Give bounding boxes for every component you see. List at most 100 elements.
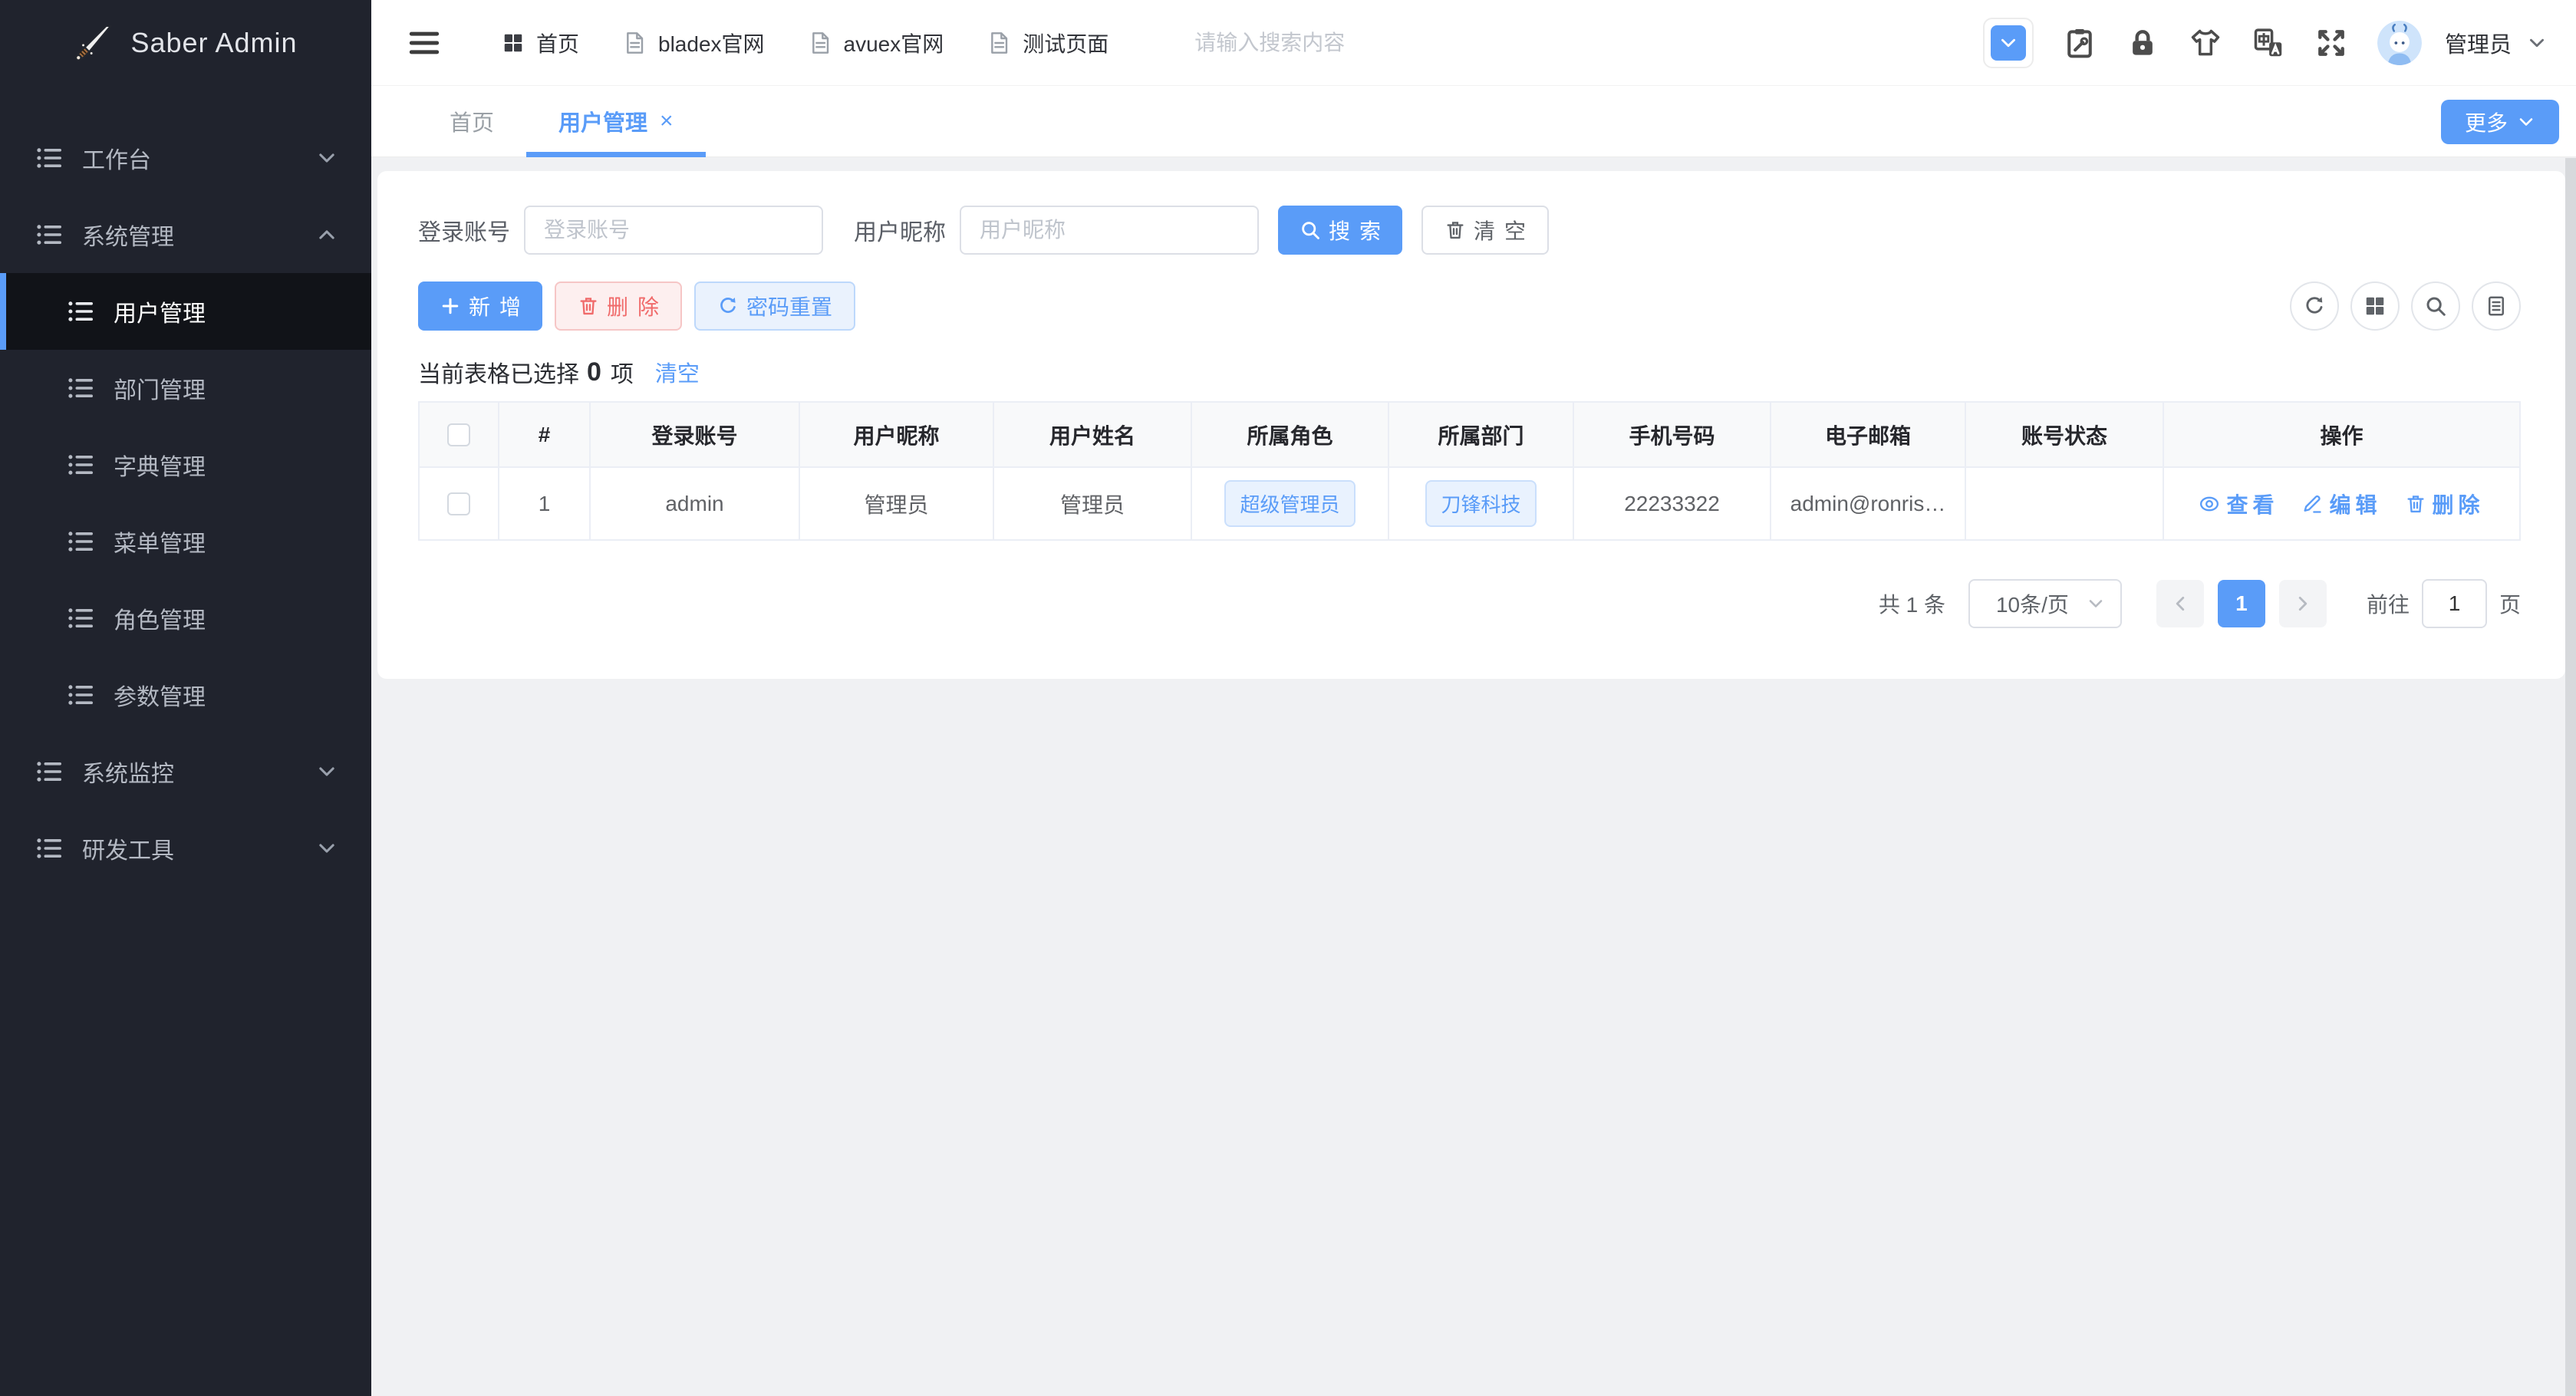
table-header-row: # 登录账号 用户昵称 用户姓名 所属角色 所属部门 手机号码 电子邮箱 账号状… (420, 403, 2521, 468)
next-page-button[interactable] (2278, 580, 2327, 627)
tab-home[interactable]: 首页 (417, 86, 526, 156)
fullscreen-icon[interactable] (2314, 26, 2348, 60)
list-icon (36, 221, 64, 249)
chevron-down-icon[interactable] (2527, 33, 2547, 53)
view-label: 查看 (2226, 492, 2279, 517)
chevron-down-icon (1990, 25, 2026, 61)
user-mgmt-card: 登录账号 用户昵称 搜索 清空 (377, 171, 2565, 679)
grid-icon (2364, 295, 2387, 318)
sidebar-item-label: 菜单管理 (114, 532, 206, 557)
topnav-test-page[interactable]: 测试页面 (987, 28, 1108, 58)
row-actions: 查看 编辑 删除 (2199, 489, 2484, 519)
tab-user-mgmt[interactable]: 用户管理 × (526, 86, 706, 157)
topnav-label: 测试页面 (1023, 31, 1109, 56)
selection-prefix: 当前表格已选择 (418, 362, 579, 387)
chevron-up-icon (316, 224, 338, 245)
list-icon (68, 681, 95, 709)
content: 登录账号 用户昵称 搜索 清空 (371, 157, 2576, 1396)
debug-clipboard-icon[interactable] (2063, 26, 2097, 60)
tabbar: 首页 用户管理 × 更多 (371, 86, 2576, 157)
row-checkbox[interactable] (447, 492, 470, 515)
tab-close-icon[interactable]: × (660, 108, 674, 134)
column-settings-button[interactable] (2350, 282, 2400, 331)
account-input[interactable] (524, 206, 823, 255)
topnav-label: 首页 (536, 31, 580, 56)
sidebar-item-workbench[interactable]: 工作台 (0, 120, 371, 196)
list-icon (68, 604, 95, 632)
prev-page-button[interactable] (2156, 580, 2204, 627)
user-name[interactable]: 管理员 (2445, 27, 2512, 59)
delete-button-label: 删除 (607, 295, 669, 319)
sidebar-item-dict-mgmt[interactable]: 字典管理 (0, 426, 371, 503)
select-all-checkbox[interactable] (447, 423, 470, 446)
tabs-more-button[interactable]: 更多 (2441, 100, 2559, 144)
delete-button[interactable]: 删除 (555, 282, 683, 331)
saber-logo-icon (75, 25, 112, 61)
lock-icon[interactable] (2126, 26, 2159, 60)
sidebar-item-dev-tools[interactable]: 研发工具 (0, 810, 371, 887)
topnav-avuex[interactable]: avuex官网 (808, 28, 944, 58)
sidebar-item-label: 系统管理 (82, 225, 174, 250)
avatar[interactable] (2377, 20, 2422, 65)
trash-icon (2405, 493, 2426, 515)
header-name: 用户姓名 (994, 403, 1192, 468)
goto-label: 前往 (2366, 593, 2410, 617)
page-unit: 页 (2499, 593, 2521, 617)
topbar-search (1194, 30, 1517, 55)
account-label: 登录账号 (418, 220, 510, 245)
selection-suffix: 项 (610, 362, 634, 387)
theme-shirt-icon[interactable] (2189, 26, 2222, 60)
view-link[interactable]: 查看 (2199, 489, 2278, 519)
document-icon (622, 31, 647, 55)
collapse-menu-icon[interactable] (407, 25, 442, 61)
delete-link[interactable]: 删除 (2405, 489, 2485, 519)
toggle-search-button[interactable] (2411, 282, 2460, 331)
edit-link[interactable]: 编辑 (2301, 489, 2381, 519)
topbar: 首页 bladex官网 avuex官网 测试页面 请输入搜索内容 管理员 (371, 0, 2576, 86)
topbar-right: 管理员 (1982, 17, 2547, 68)
add-button[interactable]: 新增 (418, 282, 543, 331)
sidebar-item-label: 工作台 (82, 148, 151, 173)
main-area: 首页 bladex官网 avuex官网 测试页面 请输入搜索内容 管理员 首页 … (371, 0, 2576, 1396)
nickname-input[interactable] (960, 206, 1259, 255)
print-list-button[interactable] (2472, 282, 2521, 331)
header-email: 电子邮箱 (1771, 403, 1966, 468)
clear-button[interactable]: 清空 (1421, 206, 1550, 255)
cell-dept: 刀锋科技 (1389, 468, 1574, 541)
sidebar-item-system-mgmt[interactable]: 系统管理 (0, 196, 371, 273)
sidebar-item-menu-mgmt[interactable]: 菜单管理 (0, 503, 371, 580)
header-phone: 手机号码 (1574, 403, 1771, 468)
page-number-current[interactable]: 1 (2217, 580, 2265, 627)
sidebar-item-label: 研发工具 (82, 838, 174, 864)
reset-password-button[interactable]: 密码重置 (694, 282, 856, 331)
add-button-label: 新增 (469, 295, 531, 319)
row-checkbox-cell (420, 468, 499, 541)
search-button[interactable]: 搜索 (1278, 206, 1403, 255)
language-icon[interactable] (2252, 26, 2285, 60)
goto-page-input[interactable] (2421, 579, 2487, 628)
topnav-bladex[interactable]: bladex官网 (622, 28, 765, 58)
sidebar-item-param-mgmt[interactable]: 参数管理 (0, 657, 371, 733)
refresh-icon (717, 295, 739, 317)
header-checkbox-cell (420, 403, 499, 468)
sidebar-item-label: 角色管理 (114, 608, 206, 634)
document-lines-icon (2485, 295, 2508, 318)
cell-index: 1 (499, 468, 591, 541)
header-status: 账号状态 (1966, 403, 2164, 468)
topnav-home[interactable]: 首页 (502, 28, 579, 58)
total-count: 共 1 条 (1878, 593, 1945, 617)
user-table: # 登录账号 用户昵称 用户姓名 所属角色 所属部门 手机号码 电子邮箱 账号状… (418, 401, 2521, 541)
sidebar-item-role-mgmt[interactable]: 角色管理 (0, 580, 371, 657)
sidebar-item-dept-mgmt[interactable]: 部门管理 (0, 350, 371, 426)
scrollbar[interactable] (2565, 158, 2576, 1396)
eye-icon (2199, 493, 2220, 515)
selection-clear-link[interactable]: 清空 (655, 356, 700, 388)
page-size-select[interactable]: 10条/页 (1968, 579, 2122, 628)
header-dept: 所属部门 (1389, 403, 1574, 468)
edit-label: 编辑 (2329, 492, 2382, 517)
sidebar-item-user-mgmt[interactable]: 用户管理 (0, 273, 371, 350)
refresh-table-button[interactable] (2290, 282, 2339, 331)
top-menu-toggle-button[interactable] (1982, 17, 2034, 68)
search-input[interactable] (1194, 30, 1517, 55)
sidebar-item-system-monitor[interactable]: 系统监控 (0, 733, 371, 810)
